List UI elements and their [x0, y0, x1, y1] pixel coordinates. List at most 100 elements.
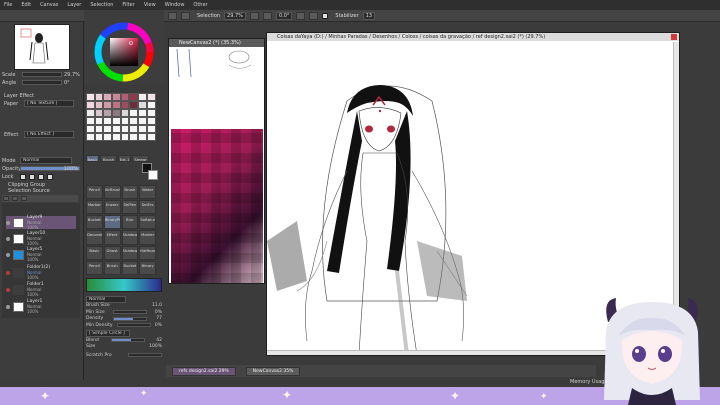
canvas-window-newcanvas2[interactable]: NewCanvas2 (*) (35.3%) — [168, 38, 265, 284]
menu-view[interactable]: View — [144, 2, 156, 8]
color-swatch[interactable] — [112, 117, 121, 125]
color-swatch[interactable] — [138, 133, 147, 141]
scratch-pro-slider[interactable] — [128, 353, 162, 358]
opacity-slider[interactable]: 100% — [20, 166, 80, 172]
flip-button[interactable] — [309, 11, 319, 20]
color-swatch[interactable] — [120, 93, 130, 101]
layer-item[interactable]: Layer1 Normal 100% — [6, 299, 76, 314]
color-swatch[interactable] — [138, 125, 147, 133]
color-swatch[interactable] — [146, 117, 156, 125]
color-swatch[interactable] — [112, 109, 121, 117]
color-swatch[interactable] — [103, 93, 113, 101]
tool-button[interactable]: Binary — [139, 260, 156, 275]
tool-button[interactable]: Eraser — [103, 200, 121, 215]
visibility-icon[interactable] — [6, 270, 10, 275]
color-swatch[interactable] — [112, 125, 121, 133]
tool-button[interactable]: Bucket — [86, 215, 103, 230]
color-swatch[interactable] — [120, 117, 130, 125]
redo-button[interactable] — [181, 11, 190, 20]
tool-button[interactable]: BinaryPen — [103, 215, 121, 230]
color-swatch[interactable] — [103, 117, 113, 125]
navigator-preview[interactable] — [14, 24, 70, 70]
brush-mode-dropdown[interactable]: Normal — [86, 295, 126, 303]
color-swatch[interactable] — [86, 125, 95, 133]
color-swatch[interactable] — [120, 125, 130, 133]
close-window-icon[interactable] — [671, 34, 677, 40]
menu-selection[interactable]: Selection — [90, 2, 113, 8]
tool-button[interactable]: AirBrush — [103, 185, 121, 200]
color-swatch[interactable] — [138, 101, 147, 109]
color-swatch[interactable] — [129, 109, 139, 117]
tool-button[interactable]: Ghost — [103, 245, 121, 260]
color-swatch[interactable] — [120, 109, 130, 117]
tool-button[interactable]: Bucket — [121, 260, 139, 275]
tool-button[interactable]: SelPen — [121, 200, 139, 215]
menu-file[interactable]: File — [4, 2, 12, 8]
tab-basic[interactable]: Basic — [86, 155, 99, 162]
color-swatch[interactable] — [112, 133, 121, 141]
color-swatch[interactable] — [129, 117, 139, 125]
undo-button[interactable] — [168, 11, 177, 20]
lock-move-checkbox[interactable] — [29, 174, 35, 180]
color-swatch[interactable] — [94, 117, 104, 125]
color-swatch[interactable] — [94, 101, 104, 109]
tool-button[interactable]: Effect — [103, 230, 121, 245]
lock-pixels-checkbox[interactable] — [20, 174, 26, 180]
color-swatch[interactable] — [129, 133, 139, 141]
color-swatch[interactable] — [86, 101, 95, 109]
color-swatch[interactable] — [120, 101, 130, 109]
tool-button[interactable]: Decorate — [86, 230, 103, 245]
zoom-in-button[interactable] — [262, 11, 272, 20]
stabilizer-checkbox[interactable] — [322, 12, 329, 19]
color-swatch[interactable] — [86, 133, 95, 141]
color-swatch[interactable] — [146, 125, 156, 133]
layer-item[interactable]: Layer5 Normal 100% — [6, 247, 76, 262]
folder-item[interactable]: Folder1 Normal 100% — [6, 282, 76, 297]
color-swatch[interactable] — [103, 109, 113, 117]
color-swatch[interactable] — [138, 93, 147, 101]
menu-layer[interactable]: Layer — [67, 2, 81, 8]
color-swatch[interactable] — [146, 133, 156, 141]
new-layer-button[interactable] — [3, 196, 9, 201]
color-swatch[interactable] — [129, 93, 139, 101]
brush-size-value[interactable]: 11.0 — [152, 303, 162, 308]
tool-button[interactable]: Pencil — [86, 260, 103, 275]
layer-item[interactable]: Layer10 Normal 100% — [6, 231, 76, 246]
color-swatch[interactable] — [138, 117, 147, 125]
color-swatch[interactable] — [103, 101, 113, 109]
visibility-icon[interactable] — [6, 304, 10, 309]
color-swatch[interactable] — [112, 101, 121, 109]
min-size-slider[interactable] — [112, 310, 147, 315]
blend-slider[interactable] — [110, 338, 145, 343]
color-swatch[interactable] — [94, 109, 104, 117]
tool-button[interactable]: Pencil — [86, 185, 103, 200]
tool-button[interactable]: Shadow — [121, 245, 139, 260]
brush-shape-dropdown[interactable]: [ Simple Circle ] — [86, 330, 130, 338]
color-swatch[interactable] — [146, 109, 156, 117]
angle-field[interactable]: 0.0° — [275, 11, 293, 20]
color-swatch[interactable] — [138, 109, 147, 117]
color-swatch[interactable] — [129, 125, 139, 133]
folder-item[interactable]: Folder1(2) Normal 100% — [6, 265, 76, 280]
color-swatch[interactable] — [146, 93, 156, 101]
color-swatch[interactable] — [146, 101, 156, 109]
layer-item[interactable]: Layer9 Normal 100% — [6, 215, 76, 230]
color-swatch[interactable] — [120, 133, 130, 141]
lock-paint-checkbox[interactable] — [38, 174, 44, 180]
tool-button[interactable]: Blur — [121, 215, 139, 230]
visibility-icon[interactable] — [6, 236, 10, 241]
tab-brush[interactable]: Brush — [100, 155, 117, 162]
tool-button[interactable]: Halftone — [139, 245, 156, 260]
document-tab-newcanvas2[interactable]: NewCanvas2 35% — [245, 366, 301, 376]
zoom-out-button[interactable] — [249, 11, 259, 20]
color-swatch[interactable] — [86, 117, 95, 125]
effect-dropdown[interactable]: [ No Effect ] — [24, 131, 74, 138]
document-tab-refs-design2[interactable]: refs design2.sai2 29% — [172, 366, 236, 376]
zoom-field[interactable]: 29.7% — [224, 11, 246, 20]
color-swatch[interactable] — [86, 93, 95, 101]
tool-button[interactable]: Basic — [86, 245, 103, 260]
stabilizer-field[interactable]: 13 — [362, 11, 376, 20]
color-wheel[interactable] — [84, 10, 164, 90]
layer-effect-header[interactable]: Layer Effect — [4, 93, 34, 99]
tool-button[interactable]: Water — [139, 185, 156, 200]
